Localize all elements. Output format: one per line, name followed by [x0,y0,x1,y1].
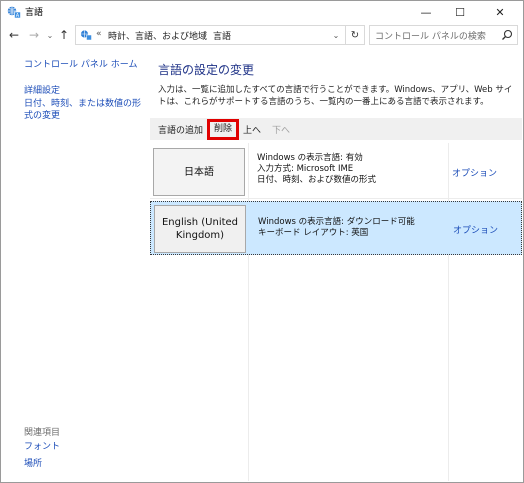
language-row-english-uk[interactable]: English (United Kingdom) Windows の表示言語: … [150,201,522,255]
search-input[interactable]: コントロール パネルの検索 [369,25,518,45]
control-panel-window: A 言語 — ☐ ✕ ← → ⌄ ↑ « 時計、言語、および地域 › 言語 ⌄ … [0,0,524,483]
language-tile[interactable]: 日本語 [153,148,245,196]
refresh-icon[interactable]: ↻ [345,26,364,44]
language-tile[interactable]: English (United Kingdom) [154,205,246,253]
date-time-format-link[interactable]: 日付、時刻、または数値の形式の変更 [24,98,144,122]
search-placeholder: コントロール パネルの検索 [375,32,486,42]
language-details: Windows の表示言語: ダウンロード可能 キーボード レイアウト: 英国 [258,217,415,239]
add-language-button[interactable]: 言語の追加 [158,123,203,136]
recent-locations-chevron-icon[interactable]: ⌄ [43,27,57,43]
address-dropdown-chevron-icon[interactable]: ⌄ [328,26,344,44]
language-row-japanese[interactable]: 日本語 Windows の表示言語: 有効 入力方式: Microsoft IM… [150,145,522,199]
display-language-status: Windows の表示言語: ダウンロード可能 [258,217,415,227]
title-bar: A 言語 — ☐ ✕ [1,1,523,23]
input-method: 入力方式: Microsoft IME [257,164,354,174]
address-bar[interactable]: « 時計、言語、および地域 › 言語 ⌄ ↻ [75,25,365,45]
svg-text:A: A [16,13,20,19]
remove-button[interactable]: 削除 [207,119,240,140]
keyboard-layout: キーボード レイアウト: 英国 [258,228,369,238]
window-title: 言語 [25,8,44,18]
close-button[interactable]: ✕ [483,1,517,23]
page-description: 入力は、一覧に追加したすべての言語で行うことができます。Windows、アプリ、… [158,85,513,107]
breadcrumb-overflow[interactable]: « [96,29,102,39]
back-arrow-icon[interactable]: ← [7,27,21,43]
page-title: 言語の設定の変更 [158,63,255,77]
language-list: 日本語 Windows の表示言語: 有効 入力方式: Microsoft IM… [150,143,522,481]
maximize-button[interactable]: ☐ [443,1,477,23]
left-navigation-pane: コントロール パネル ホーム 詳細設定 日付、時刻、または数値の形式の変更 関連… [1,51,147,481]
fonts-link[interactable]: フォント [24,441,60,453]
move-up-button[interactable]: 上へ [243,123,261,136]
options-link[interactable]: オプション [453,223,498,236]
control-panel-home-link[interactable]: コントロール パネル ホーム [24,59,137,71]
main-content: 言語の設定の変更 入力は、一覧に追加したすべての言語で行うことができます。Win… [147,51,523,481]
control-panel-language-icon [80,30,92,41]
language-details: Windows の表示言語: 有効 入力方式: Microsoft IME 日付… [257,153,376,186]
forward-arrow-icon[interactable]: → [27,27,41,43]
related-heading: 関連項目 [24,428,61,438]
location-link[interactable]: 場所 [24,458,42,470]
minimize-button[interactable]: — [409,1,443,23]
language-app-icon: A [7,6,21,19]
language-toolbar: 言語の追加 削除 上へ 下へ [150,118,522,140]
advanced-settings-link[interactable]: 詳細設定 [24,85,60,97]
navigation-bar: ← → ⌄ ↑ « 時計、言語、および地域 › 言語 ⌄ ↻ コントロール パネ… [1,24,523,46]
breadcrumb-clock-language-region[interactable]: 時計、言語、および地域 [108,29,207,42]
up-arrow-icon[interactable]: ↑ [57,27,71,43]
move-down-button[interactable]: 下へ [272,123,290,136]
display-language-status: Windows の表示言語: 有効 [257,153,363,163]
breadcrumb-separator[interactable]: › [203,29,207,39]
breadcrumb-language[interactable]: 言語 [213,29,231,42]
options-link[interactable]: オプション [452,166,497,179]
search-icon[interactable] [500,28,514,42]
format-info: 日付、時刻、および数値の形式 [257,175,377,185]
